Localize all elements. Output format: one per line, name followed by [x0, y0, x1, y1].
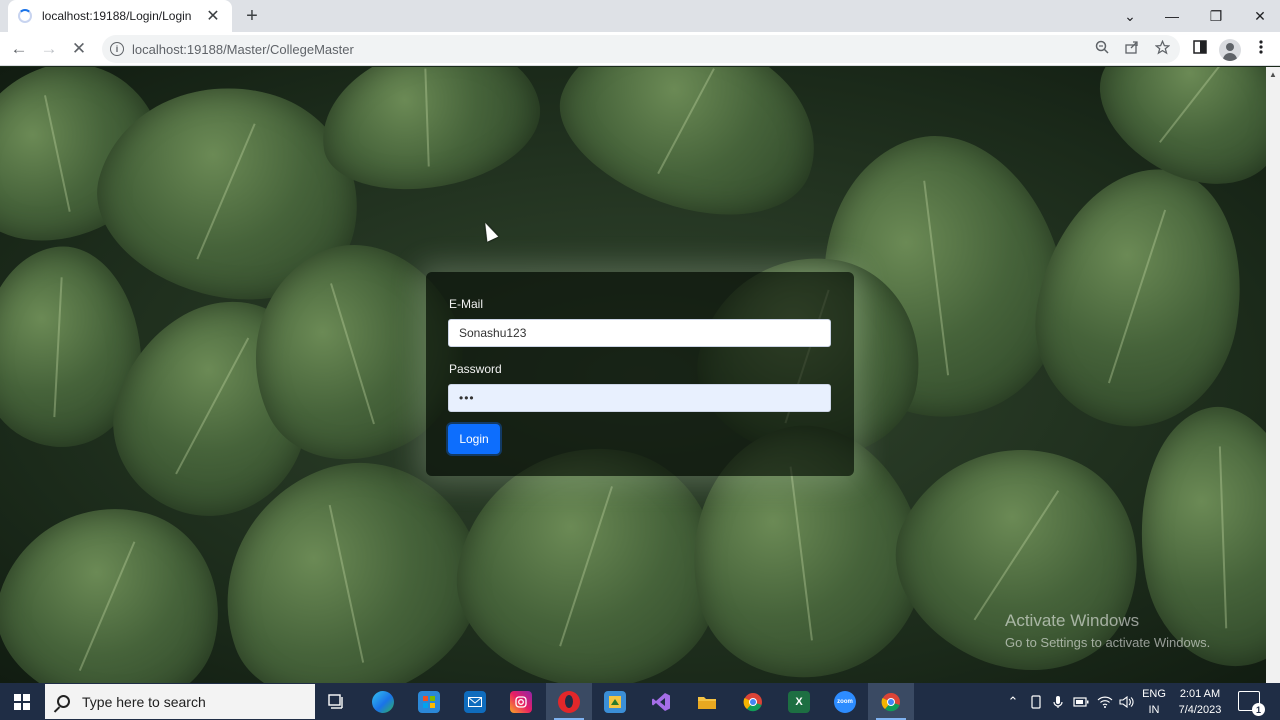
clock-date: 7/4/2023: [1178, 704, 1222, 716]
tab-strip: localhost:19188/Login/Login ✕ + ⌄ — ❐ ✕: [0, 0, 1280, 32]
watermark-title: Activate Windows: [1005, 611, 1140, 630]
zoom-app-icon[interactable]: zoom: [822, 683, 868, 720]
chrome-icon[interactable]: [730, 683, 776, 720]
notification-count: 1: [1252, 703, 1265, 716]
forward-button[interactable]: →: [35, 35, 63, 63]
browser-toolbar: ← → ✕ i localhost:19188/Master/CollegeMa…: [0, 32, 1280, 66]
activate-windows-watermark: Activate Windows Go to Settings to activ…: [1005, 611, 1210, 650]
minimize-button[interactable]: —: [1150, 0, 1194, 32]
visual-studio-icon[interactable]: [638, 683, 684, 720]
new-tab-button[interactable]: +: [240, 4, 264, 28]
mail-icon[interactable]: [452, 683, 498, 720]
loading-spinner-icon: [18, 9, 32, 23]
excel-icon[interactable]: X: [776, 683, 822, 720]
wifi-icon[interactable]: [1094, 683, 1116, 720]
show-hidden-icons-chevron-up-icon[interactable]: ⌃: [1004, 683, 1022, 720]
notification-center-icon[interactable]: 1: [1238, 691, 1265, 716]
opera-icon[interactable]: [546, 683, 592, 720]
site-info-icon[interactable]: i: [110, 42, 124, 56]
tab-search-chevron-down-icon[interactable]: ⌄: [1108, 0, 1152, 32]
watermark-subtitle: Go to Settings to activate Windows.: [1005, 635, 1211, 650]
login-card: E-Mail Password Login: [426, 272, 854, 476]
page-viewport: ▲ E-Mail Password Login Activate Windows…: [0, 67, 1280, 683]
system-clock[interactable]: 2:01 AM 7/4/2023: [1168, 686, 1232, 718]
address-bar[interactable]: i localhost:19188/Master/CollegeMaster: [102, 35, 1180, 63]
language-indicator[interactable]: ENG IN: [1140, 686, 1168, 718]
region-code: IN: [1148, 704, 1160, 716]
microphone-icon[interactable]: [1048, 683, 1068, 720]
share-icon[interactable]: [1122, 37, 1142, 57]
start-button[interactable]: [0, 683, 44, 720]
zoom-icon[interactable]: [1092, 37, 1112, 57]
edge-icon[interactable]: [360, 683, 406, 720]
password-label: Password: [449, 362, 502, 376]
language-code: ENG: [1142, 688, 1166, 700]
back-button[interactable]: ←: [5, 35, 33, 63]
browser-tab[interactable]: localhost:19188/Login/Login ✕: [8, 0, 232, 32]
chrome-active-icon[interactable]: [868, 683, 914, 720]
instagram-icon[interactable]: [498, 683, 544, 720]
scroll-up-arrow-icon[interactable]: ▲: [1266, 67, 1280, 81]
restore-button[interactable]: ❐: [1194, 0, 1238, 32]
address-url[interactable]: localhost:19188/Master/CollegeMaster: [132, 42, 354, 57]
task-view-icon[interactable]: [314, 683, 360, 720]
more-menu-icon[interactable]: [1251, 37, 1271, 57]
stop-loading-button[interactable]: ✕: [65, 35, 93, 63]
page-scrollbar[interactable]: ▲: [1266, 67, 1280, 683]
email-field[interactable]: [448, 319, 831, 347]
search-placeholder: Type here to search: [82, 693, 206, 710]
microsoft-store-icon[interactable]: [406, 683, 452, 720]
side-panel-icon[interactable]: [1190, 37, 1210, 57]
app-icon[interactable]: [592, 683, 638, 720]
volume-icon[interactable]: [1116, 683, 1138, 720]
file-explorer-icon[interactable]: [684, 683, 730, 720]
login-button[interactable]: Login: [448, 424, 500, 454]
bookmark-star-icon[interactable]: [1152, 37, 1172, 57]
tab-title: localhost:19188/Login/Login: [42, 9, 192, 23]
email-label: E-Mail: [449, 297, 484, 311]
device-icon[interactable]: [1026, 683, 1046, 720]
clock-time: 2:01 AM: [1179, 688, 1221, 700]
password-field[interactable]: [448, 384, 831, 412]
windows-taskbar: Type here to search X zoom ⌃ ENG IN 2:01…: [0, 683, 1280, 720]
tab-close-icon[interactable]: ✕: [204, 6, 222, 26]
battery-icon[interactable]: [1070, 683, 1092, 720]
windows-logo-icon: [14, 693, 30, 710]
profile-avatar-icon[interactable]: [1219, 39, 1241, 61]
taskbar-search-box[interactable]: Type here to search: [45, 684, 315, 719]
search-icon: [57, 695, 70, 708]
close-window-button[interactable]: ✕: [1238, 0, 1280, 32]
